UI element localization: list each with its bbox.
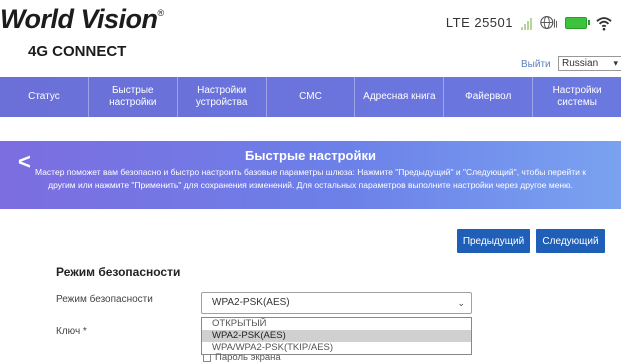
globe-icon xyxy=(540,15,557,30)
nav-item-system-settings[interactable]: Настройки системы xyxy=(533,77,621,117)
nav-item-sms[interactable]: СМС xyxy=(267,77,356,117)
main-nav: Статус Быстрые настройки Настройки устро… xyxy=(0,77,621,117)
page-title: Быстрые настройки xyxy=(245,148,376,163)
nav-item-address-book[interactable]: Адресная книга xyxy=(355,77,445,117)
chevron-down-icon: ⌄ xyxy=(457,298,465,308)
logout-link[interactable]: Выйти xyxy=(521,59,551,70)
network-label: LTE 25501 xyxy=(445,15,513,30)
next-button[interactable]: Следующий xyxy=(536,229,605,253)
nav-item-quick-setup[interactable]: Быстрые настройки xyxy=(89,77,178,117)
status-area: LTE 25501 xyxy=(446,14,613,31)
nav-item-device-settings[interactable]: Настройки устройства xyxy=(178,77,267,117)
section-title: Режим безопасности xyxy=(56,265,181,279)
brand-subtitle: 4G CONNECT xyxy=(28,43,127,60)
brand-name: World Vision® xyxy=(0,4,164,34)
nav-item-firewall[interactable]: Файервол xyxy=(444,77,534,117)
show-password-row: Пароль экрана xyxy=(203,352,281,363)
show-password-checkbox[interactable] xyxy=(203,353,211,362)
wifi-icon xyxy=(596,16,612,31)
page-description: Мастер поможет вам безопасно и быстро на… xyxy=(35,167,586,190)
language-select[interactable]: Russian ▾ xyxy=(558,56,621,71)
security-mode-value: WPA2-PSK(AES) xyxy=(212,297,290,308)
security-mode-dropdown: ОТКРЫТЫЙ WPA2-PSK(AES) WPA/WPA2-PSK(TKIP… xyxy=(201,317,472,355)
brand-logo: World Vision® 4G CONNECT xyxy=(0,4,164,60)
signal-icon xyxy=(521,16,532,30)
chevron-down-icon: ▾ xyxy=(613,58,618,68)
language-value: Russian xyxy=(562,58,599,69)
security-mode-label: Режим безопасности xyxy=(56,294,153,305)
show-password-label: Пароль экрана xyxy=(215,352,281,363)
back-chevron-icon[interactable]: < xyxy=(18,149,31,175)
previous-button[interactable]: Предыдущий xyxy=(457,229,530,253)
dropdown-option-wpa2-psk-aes[interactable]: WPA2-PSK(AES) xyxy=(202,330,471,342)
nav-item-status[interactable]: Статус xyxy=(0,77,89,117)
battery-icon xyxy=(565,16,590,29)
key-label: Ключ * xyxy=(56,326,87,337)
page-banner: < Быстрые настройки Мастер поможет вам б… xyxy=(0,141,621,209)
security-mode-select[interactable]: WPA2-PSK(AES) ⌄ xyxy=(201,292,472,314)
dropdown-option-open[interactable]: ОТКРЫТЫЙ xyxy=(202,318,471,330)
